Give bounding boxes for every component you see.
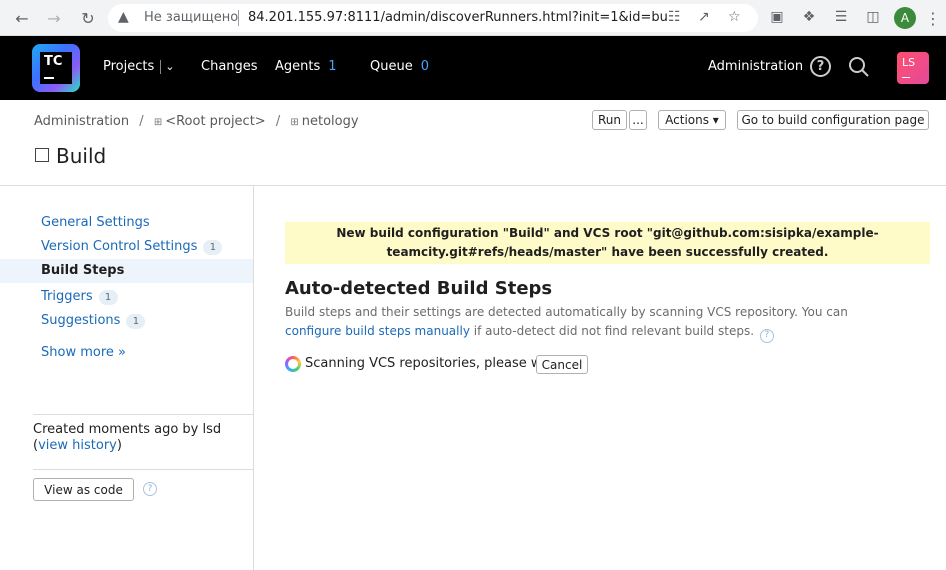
nav-divider [160, 59, 162, 74]
notice-line-2: teamcity.git#refs/heads/master" have bee… [386, 245, 829, 259]
count-badge: 1 [126, 314, 146, 329]
logo-text: TC [44, 54, 63, 69]
notice-line-1: New build configuration "Build" and VCS … [336, 226, 879, 240]
share-icon[interactable]: ↗ [698, 9, 710, 25]
side-panel-icon[interactable]: ◫ [862, 6, 884, 28]
view-as-code-button[interactable]: View as code [33, 478, 134, 501]
breadcrumb-separator: / [275, 114, 281, 129]
view-history-link[interactable]: view history [38, 438, 117, 453]
show-more-link[interactable]: Show more » [41, 345, 126, 360]
breadcrumb: Administration / ⊞ <Root project> / ⊞ neto… [34, 114, 359, 129]
sidebar-divider-line [33, 414, 253, 415]
address-bar[interactable]: ▲ Не защищено 84.201.155.97:8111/admin/d… [108, 4, 758, 32]
sidebar-item-general-settings[interactable]: General Settings [0, 211, 253, 235]
breadcrumb-netology[interactable]: netology [302, 114, 359, 129]
forward-arrow-icon[interactable]: → [42, 6, 66, 30]
puzzle-icon[interactable]: ❖ [798, 6, 820, 28]
sidebar-item-suggestions[interactable]: Suggestions 1 [0, 309, 253, 333]
project-grid-icon: ⊞ [153, 117, 163, 128]
warning-icon[interactable]: ▲ [118, 9, 129, 25]
configure-build-steps-link[interactable]: configure build steps manually [285, 324, 470, 338]
logo-underline [44, 77, 54, 79]
sidebar-item-label: Triggers [41, 289, 93, 304]
count-badge: 1 [98, 290, 118, 305]
created-info: Created moments ago by lsd (view history… [33, 422, 221, 454]
nav-agents[interactable]: Agents 1 [275, 59, 337, 74]
avatar-underline [902, 77, 910, 78]
created-text: Created moments ago by lsd [33, 422, 222, 437]
page-title: Build [56, 144, 107, 168]
chevron-down-icon[interactable]: ⌄ [165, 60, 174, 73]
url-text[interactable]: 84.201.155.97:8111/admin/discoverRunners… [248, 10, 668, 25]
logo-mark: TC [40, 52, 72, 84]
translate-icon[interactable]: ☷ [668, 9, 681, 25]
app-header: TC Projects ⌄ Changes Agents 1 Queue 0 Admi… [0, 36, 946, 100]
queue-count: 0 [420, 59, 429, 74]
scanning-status: Scanning VCS repositories, please wait..… [305, 356, 571, 371]
reload-icon[interactable]: ↻ [76, 6, 100, 30]
search-icon[interactable] [848, 56, 870, 78]
nav-agents-label: Agents [275, 59, 321, 74]
sidebar-item-build-steps[interactable]: Build Steps [0, 259, 253, 283]
description-text: Build steps and their settings are detec… [285, 305, 848, 319]
browser-toolbar: ← → ↻ ▲ Не защищено 84.201.155.97:8111/a… [0, 0, 946, 36]
breadcrumb-separator: / [139, 114, 144, 129]
header-divider [0, 185, 946, 186]
sidebar-divider-line [33, 469, 253, 470]
breadcrumb-root-project[interactable]: <Root project> [165, 114, 266, 129]
back-arrow-icon[interactable]: ← [10, 6, 34, 30]
agents-count: 1 [328, 59, 337, 74]
nav-administration[interactable]: Administration [708, 59, 803, 74]
star-icon[interactable]: ☆ [728, 9, 741, 25]
nav-projects-label: Projects [103, 59, 155, 74]
sidebar-item-label: Build Steps [41, 263, 125, 278]
success-notice: New build configuration "Build" and VCS … [285, 222, 930, 264]
sidebar-item-label: General Settings [41, 215, 150, 230]
description-tail: if auto-detect did not find relevant bui… [469, 324, 755, 338]
menu-icon[interactable]: ⋮ [925, 6, 941, 30]
nav-queue-label: Queue [370, 59, 413, 74]
section-description: Build steps and their settings are detec… [285, 303, 905, 343]
teamcity-logo[interactable]: TC [32, 44, 80, 92]
section-heading: Auto-detected Build Steps [285, 278, 553, 299]
sidebar-divider [253, 186, 254, 570]
help-icon[interactable]: ? [759, 328, 774, 343]
loading-spinner-icon [285, 356, 301, 372]
go-to-build-config-button[interactable]: Go to build configuration page [737, 110, 929, 130]
user-avatar[interactable]: LS [897, 52, 929, 84]
sidebar-item-triggers[interactable]: Triggers 1 [0, 285, 253, 309]
sidebar-item-label: Suggestions [41, 313, 121, 328]
omnibox-divider [238, 10, 239, 26]
help-icon[interactable]: ? [143, 482, 157, 496]
help-icon[interactable]: ? [810, 56, 831, 77]
insecure-label[interactable]: Не защищено [144, 10, 238, 25]
run-options-button[interactable]: ... [629, 110, 647, 130]
count-badge: 1 [203, 240, 223, 255]
cancel-button[interactable]: Cancel [536, 355, 588, 374]
sidebar-item-label: Version Control Settings [41, 239, 198, 254]
breadcrumb-administration[interactable]: Administration [34, 114, 129, 129]
run-button[interactable]: Run [592, 110, 627, 130]
profile-avatar[interactable]: A [894, 7, 916, 29]
nav-projects[interactable]: Projects ⌄ [103, 59, 174, 74]
paren-close: ) [116, 438, 122, 453]
actions-button[interactable]: Actions ▾ [658, 110, 726, 130]
project-grid-icon: ⊞ [290, 117, 299, 128]
build-config-icon [35, 148, 49, 162]
extension-icon[interactable]: ▣ [766, 6, 788, 28]
sidebar-item-version-control[interactable]: Version Control Settings 1 [0, 235, 253, 259]
user-initials: LS [902, 56, 916, 69]
nav-changes[interactable]: Changes [201, 59, 258, 74]
nav-queue[interactable]: Queue 0 [370, 59, 429, 74]
media-queue-icon[interactable]: ☰ [830, 6, 852, 28]
